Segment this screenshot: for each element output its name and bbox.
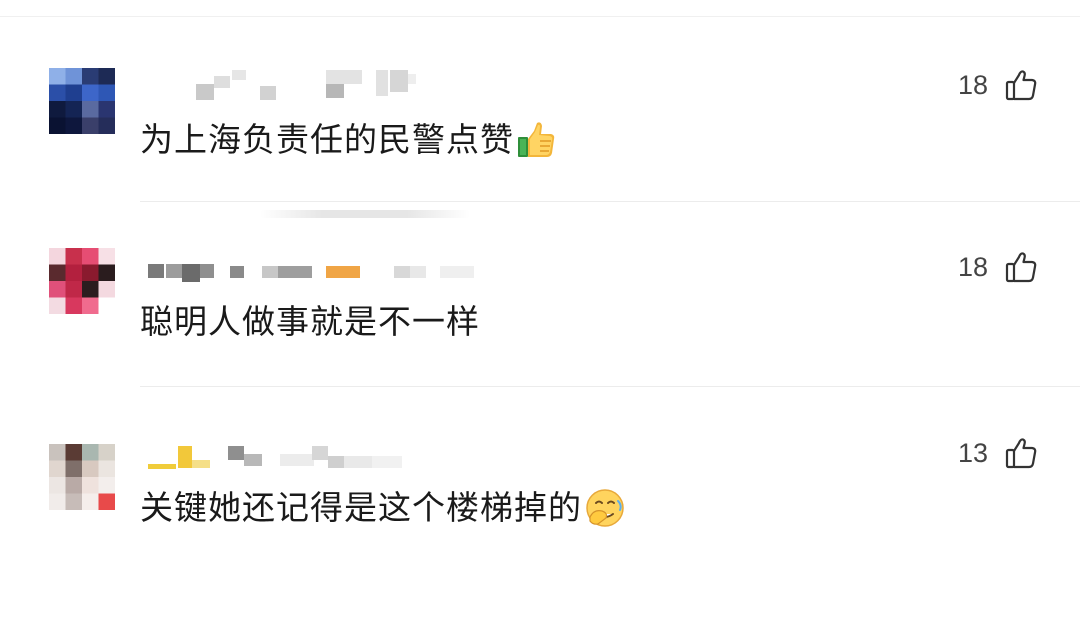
- thumbs-up-emoji-icon: [516, 119, 558, 161]
- comment-text-content: 为上海负责任的民警点赞: [140, 120, 514, 159]
- comment-text-content: 关键她还记得是这个楼梯掉的: [140, 488, 582, 527]
- username-blurred[interactable]: [140, 436, 520, 470]
- avatar[interactable]: [49, 444, 115, 510]
- username-blurred[interactable]: [140, 250, 520, 284]
- like-count: 18: [958, 252, 989, 282]
- avatar[interactable]: [49, 248, 115, 314]
- comment-divider: [140, 201, 1080, 202]
- comment-text: 聪明人做事就是不一样: [140, 300, 480, 344]
- comment-text: 为上海负责任的民警点赞: [140, 118, 558, 162]
- like-count: 18: [958, 70, 989, 100]
- thumbs-up-outline-icon[interactable]: [1002, 434, 1040, 472]
- comment-item: 聪明人做事就是不一样 18: [0, 248, 1080, 436]
- thumbs-up-outline-icon[interactable]: [1002, 66, 1040, 104]
- comment-item: 为上海负责任的民警点赞 18: [0, 68, 1080, 254]
- comment-divider: [140, 386, 1080, 387]
- comment-text: 关键她还记得是这个楼梯掉的: [140, 486, 626, 530]
- comment-item: 关键她还记得是这个楼梯掉的 13: [0, 436, 1080, 622]
- username-blurred[interactable]: [140, 68, 520, 102]
- top-divider: [0, 16, 1080, 17]
- like-count: 13: [958, 438, 989, 468]
- face-palm-emoji-icon: [584, 487, 626, 529]
- thumbs-up-outline-icon[interactable]: [1002, 248, 1040, 286]
- faded-residue: [260, 210, 470, 218]
- avatar[interactable]: [49, 68, 115, 134]
- comment-text-content: 聪明人做事就是不一样: [140, 302, 480, 341]
